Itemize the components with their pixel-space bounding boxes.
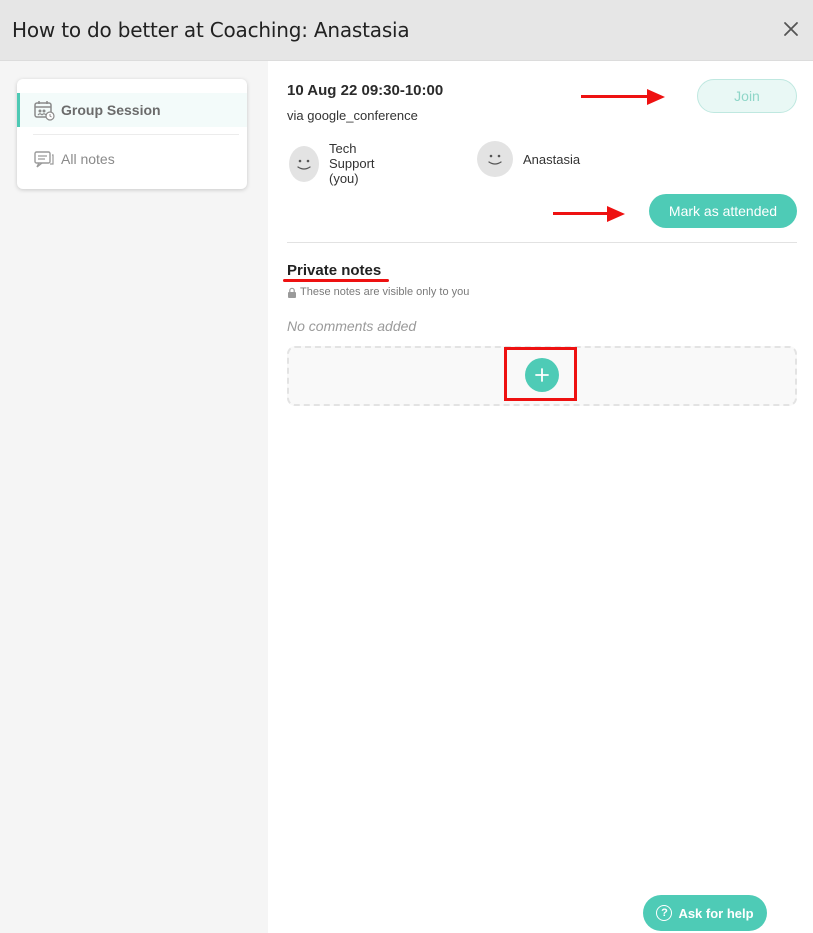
menu-divider [33,134,239,135]
annotation-arrow [553,206,625,222]
lock-icon [287,287,297,298]
session-conference-type: via google_conference [287,108,418,123]
notes-visibility-hint: These notes are visible only to you [287,286,469,298]
sidebar-item-group-session[interactable]: Group Session [17,93,247,127]
session-panel: 10 Aug 22 09:30-10:00 via google_confere… [268,61,813,933]
join-button[interactable]: Join [697,79,797,113]
smiley-avatar-icon [289,145,319,182]
help-label: Ask for help [678,905,754,921]
sidebar-item-label: All notes [61,151,115,167]
close-icon[interactable] [779,17,803,41]
calendar-group-icon [33,99,55,121]
mark-as-attended-button[interactable]: Mark as attended [649,194,797,228]
question-circle-icon: ? [656,905,673,921]
sidebar: Group Session All notes [0,61,268,933]
sidebar-menu: Group Session All notes [17,79,247,189]
annotation-arrow [581,89,665,105]
participant-name: Anastasia [523,151,581,167]
plus-icon [535,364,549,386]
section-divider [287,242,797,243]
smiley-avatar-icon [477,141,513,177]
empty-notes-text: No comments added [287,318,417,334]
sidebar-item-label: Group Session [61,102,161,118]
notes-icon [33,148,55,170]
session-datetime: 10 Aug 22 09:30-10:00 [287,82,444,99]
ask-for-help-button[interactable]: ? Ask for help [643,895,767,931]
notes-visibility-text: These notes are visible only to you [300,286,470,298]
sidebar-item-all-notes[interactable]: All notes [17,142,247,176]
participant-anastasia: Anastasia [477,141,580,177]
annotation-underline [283,279,389,282]
participant-name: Tech Support (you) [329,141,375,186]
modal-header: How to do better at Coaching: Anastasia [0,0,813,61]
private-notes-heading: Private notes [287,262,382,279]
add-note-button[interactable] [525,358,559,392]
modal-title: How to do better at Coaching: Anastasia [12,18,410,42]
participant-tech-support: Tech Support (you) [289,141,381,186]
